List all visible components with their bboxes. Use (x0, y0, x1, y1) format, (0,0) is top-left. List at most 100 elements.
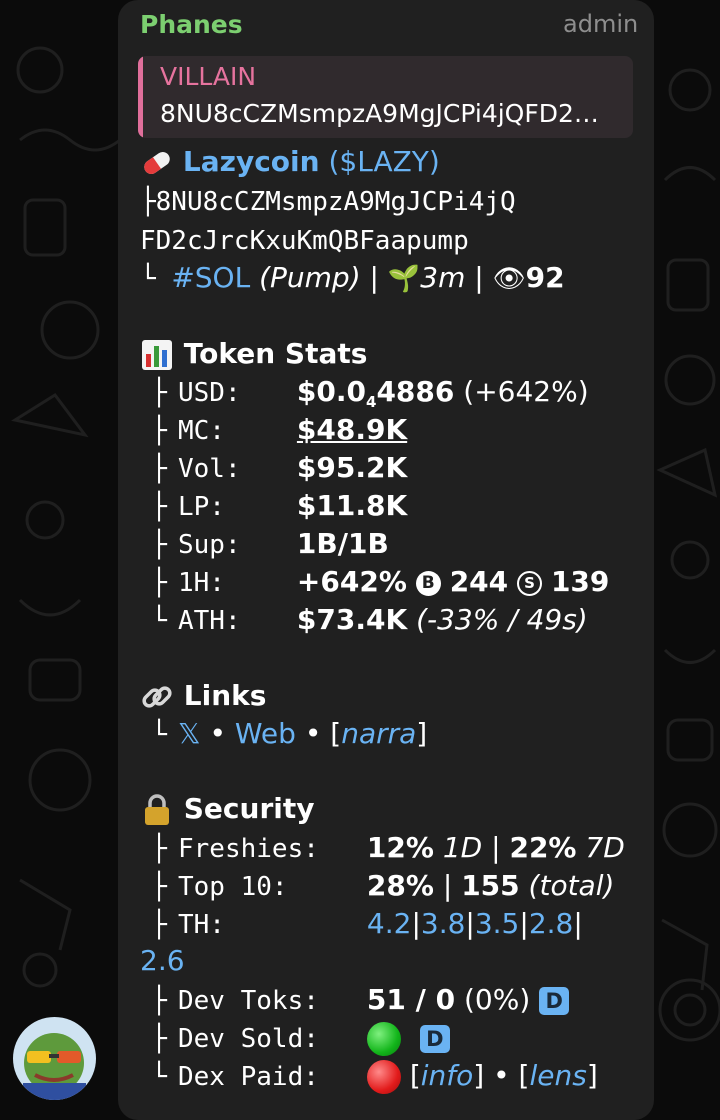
tree-end: └ (151, 720, 167, 750)
tree-branch: ├ (151, 454, 167, 484)
reply-accent-bar (138, 56, 143, 138)
info-link[interactable]: info (421, 1059, 474, 1092)
eye-icon: 👁 (492, 264, 526, 294)
stat-vol-value: $95.2K (296, 451, 408, 484)
admin-label: admin (563, 10, 639, 38)
stat-supply-value: 1B/1B (296, 527, 389, 560)
pill-icon (144, 151, 170, 175)
links-row: └ 𝕏 • Web • [narra] (140, 715, 427, 753)
token-meta-row: └ #SOL (Pump) | 🌱3m | 👁92 (140, 259, 565, 297)
token-header: Lazycoin ($LAZY) (140, 143, 440, 181)
links-title: Links (183, 679, 267, 712)
security-top10-row: ├ Top 10: 28% | 155 (total) (140, 867, 614, 905)
token-stats-title: Token Stats (183, 337, 368, 370)
reply-quote[interactable]: VILLAIN 8NU8cCZMsmpzA9MgJCPi4jQFD2… (138, 56, 633, 138)
security-th-row-wrap: 2.6 (140, 942, 185, 980)
stat-1h-key: 1H: (178, 568, 225, 598)
links-heading: Links (140, 677, 266, 715)
tree-branch: ├ (151, 568, 167, 598)
token-address-row: ├8NU8cCZMsmpzA9MgJCPi4jQ (140, 182, 516, 220)
reply-text: 8NU8cCZMsmpzA9MgJCPi4jQFD2… (160, 99, 599, 128)
stat-ath-row: └ ATH: $73.4K (-33% / 49s) (140, 601, 588, 639)
stat-mc-row: ├ MC: $48.9K (140, 411, 407, 449)
x-link[interactable]: 𝕏 (178, 717, 201, 750)
stat-usd-rest: 4886 (376, 375, 455, 408)
bracket-open: [ (518, 1059, 530, 1092)
tree-branch: ├ (151, 530, 167, 560)
buys-icon: B (415, 570, 441, 596)
bracket-open: [ (330, 717, 342, 750)
narra-link[interactable]: narra (341, 717, 416, 750)
stat-supply-key: Sup: (178, 530, 241, 560)
token-address-part1[interactable]: 8NU8cCZMsmpzA9MgJCPi4jQ (156, 187, 516, 217)
avatar[interactable] (13, 1017, 96, 1100)
tree-branch: ├ (151, 872, 167, 902)
bracket-close: ] (473, 1059, 485, 1092)
lens-link[interactable]: lens (529, 1059, 586, 1092)
token-name-link[interactable]: Lazycoin (183, 145, 320, 178)
link-icon (142, 686, 172, 708)
th-value-4[interactable]: 2.8 (529, 907, 574, 940)
web-link[interactable]: Web (235, 717, 296, 750)
stat-usd-change: (+642%) (463, 375, 589, 408)
bracket-open: [ (409, 1059, 421, 1092)
stat-mc-key: MC: (178, 416, 225, 446)
token-ticker-link[interactable]: ($LAZY) (328, 145, 439, 178)
sender-name[interactable]: Phanes (140, 10, 243, 39)
security-heading: Security (140, 790, 314, 828)
th-value-2[interactable]: 3.8 (421, 907, 466, 940)
red-circle-icon (366, 1060, 401, 1094)
dev-sold-badge[interactable]: D (419, 1025, 450, 1053)
th-value-3[interactable]: 3.5 (475, 907, 520, 940)
top10-total-label: (total) (528, 869, 615, 902)
th-value-1[interactable]: 4.2 (367, 907, 412, 940)
security-th-row: ├ TH: 4.2|3.8|3.5|2.8| (140, 905, 583, 943)
tree-branch: ├ (151, 986, 167, 1016)
separator: | (411, 907, 421, 940)
top10-total: 155 (461, 869, 520, 902)
freshies-7d-label: 7D (585, 831, 625, 864)
stat-lp-value: $11.8K (296, 489, 408, 522)
separator: | (465, 907, 475, 940)
chain-hashtag[interactable]: #SOL (171, 261, 250, 294)
stat-1h-buys: 244 (449, 565, 509, 598)
security-dexpaid-row: └ Dex Paid: [info] • [lens] (140, 1057, 598, 1095)
stat-1h-change: +642% (296, 565, 407, 598)
stat-1h-sells: 139 (550, 565, 610, 598)
view-count: 92 (525, 261, 565, 294)
lock-icon (145, 794, 169, 825)
security-title: Security (183, 792, 315, 825)
bracket-close: ] (416, 717, 428, 750)
token-address-row-2: FD2cJrcKxuKmQBFaapump (140, 221, 469, 259)
sells-icon: S (517, 570, 543, 596)
tree-branch: ├ (151, 1024, 167, 1054)
tree-branch: ├ (151, 910, 167, 940)
stat-mc-value[interactable]: $48.9K (297, 413, 407, 446)
th-value-5[interactable]: 2.6 (140, 944, 185, 977)
tree-end: └ (140, 264, 172, 294)
security-devsold-key: Dev Sold: (178, 1024, 319, 1054)
security-freshies-row: ├ Freshies: 12% 1D | 22% 7D (140, 829, 625, 867)
security-top10-key: Top 10: (178, 872, 288, 902)
stat-lp-key: LP: (178, 492, 225, 522)
security-devtoks-key: Dev Toks: (178, 986, 319, 1016)
separator: | (491, 831, 501, 864)
freshies-7d-value: 22% (509, 831, 577, 864)
bar-chart-icon (142, 340, 172, 370)
top10-value: 28% (366, 869, 434, 902)
token-stats-heading: Token Stats (140, 335, 367, 373)
stat-usd-subscript: 4 (366, 393, 377, 411)
bullet: • (209, 717, 226, 750)
freshies-1d-value: 12% (366, 831, 434, 864)
tree-end: └ (151, 606, 167, 636)
seedling-icon: 🌱 (387, 264, 421, 294)
separator: | (474, 261, 484, 294)
token-address-part2[interactable]: FD2cJrcKxuKmQBFaapump (140, 226, 469, 256)
security-dexpaid-key: Dex Paid: (178, 1062, 319, 1092)
bullet: • (304, 717, 322, 750)
green-circle-icon (366, 1022, 401, 1056)
dev-tokens-badge[interactable]: D (539, 987, 570, 1015)
devtoks-percent: (0%) (463, 983, 531, 1016)
stat-vol-row: ├ Vol: $95.2K (140, 449, 407, 487)
reply-author: VILLAIN (160, 62, 257, 91)
